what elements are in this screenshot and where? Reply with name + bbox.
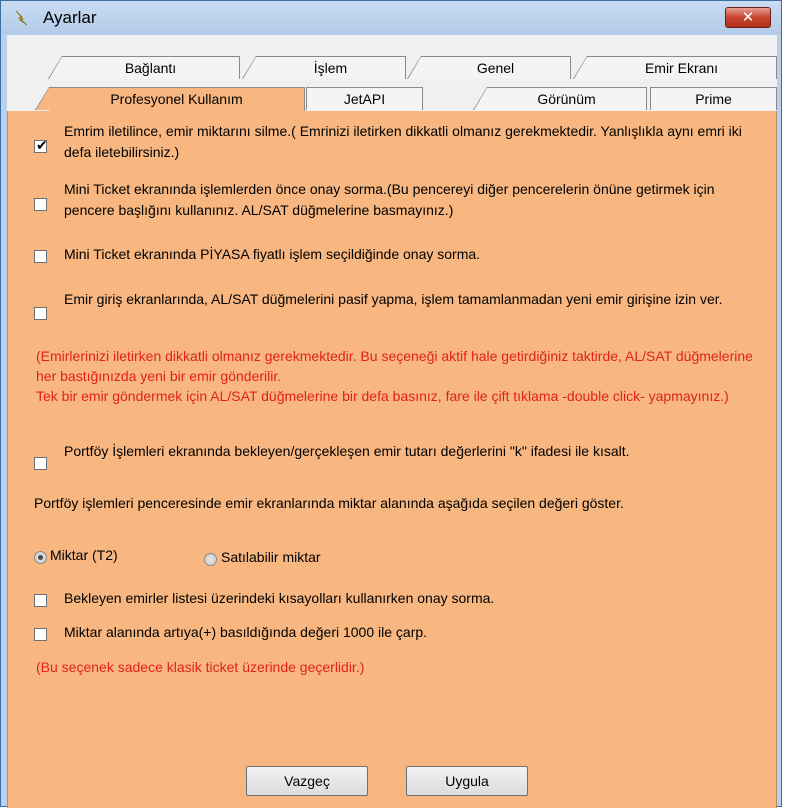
option-label: Mini Ticket ekranında işlemlerden önce o… xyxy=(64,181,715,218)
radio-label: Miktar (T2) xyxy=(50,547,118,563)
apply-button[interactable]: Uygula xyxy=(406,766,528,796)
close-button[interactable]: ✕ xyxy=(725,7,771,28)
checkbox-keep-quantity[interactable]: ✔ xyxy=(34,137,48,153)
option-row: Miktar alanında artıya(+) basıldığında d… xyxy=(34,622,754,646)
tab-label: Prime xyxy=(695,91,732,107)
option-row: ✔ Emrim iletilince, emir miktarını silme… xyxy=(34,119,754,163)
close-icon: ✕ xyxy=(741,9,755,26)
tab-label: Genel xyxy=(476,60,515,76)
warning-text: (Emirlerinizi iletirken dikkatli olmanız… xyxy=(36,346,766,406)
tab-label: Emir Ekranı xyxy=(644,60,719,76)
settings-panel: ✔ Emrim iletilince, emir miktarını silme… xyxy=(7,111,777,808)
option-row: Portföy İşlemleri ekranında bekleyen/ger… xyxy=(34,439,754,483)
radio-miktar-t2[interactable] xyxy=(34,551,47,564)
window-title: Ayarlar xyxy=(43,8,97,27)
tab-strip: Bağlantı İşlem Genel Emir Ekranı Profesy… xyxy=(7,35,777,112)
lightning-icon xyxy=(15,10,28,26)
option-row: Mini Ticket ekranında PİYASA fiyatlı işl… xyxy=(34,244,754,268)
tab-label: JetAPI xyxy=(343,91,386,107)
option-label: Miktar alanında artıya(+) basıldığında d… xyxy=(64,624,428,640)
tab-islem[interactable]: İşlem xyxy=(242,56,406,79)
radio-group: Miktar (T2) Satılabilir miktar xyxy=(34,545,754,569)
checkbox-k-abbreviation[interactable] xyxy=(34,457,47,470)
check-icon: ✔ xyxy=(36,137,48,153)
checkbox-market-price-confirm[interactable] xyxy=(34,250,47,263)
option-label: Bekleyen emirler listesi üzerindeki kısa… xyxy=(64,590,495,606)
option-row: Bekleyen emirler listesi üzerindeki kısa… xyxy=(34,588,754,612)
option-label: Emrim iletilince, emir miktarını silme.(… xyxy=(64,123,742,160)
tab-profesyonel-kullanim[interactable]: Profesyonel Kullanım xyxy=(35,87,305,112)
checkbox-mini-ticket-confirm[interactable] xyxy=(34,198,47,211)
warning-line-2: Tek bir emir göndermek için AL/SAT düğme… xyxy=(36,388,729,404)
cancel-button[interactable]: Vazgeç xyxy=(246,766,368,796)
tab-label: Görünüm xyxy=(537,91,596,107)
radio-satilabilir-miktar[interactable] xyxy=(204,553,217,566)
tab-label: İşlem xyxy=(313,60,348,76)
settings-window: Ayarlar ✕ Bağlantı İşlem Genel Emir Ekra… xyxy=(0,0,782,808)
warning-line-1: (Emirlerinizi iletirken dikkatli olmanız… xyxy=(36,348,753,384)
option-row: Emir giriş ekranlarında, AL/SAT düğmeler… xyxy=(34,289,754,333)
option-label: Portföy İşlemleri ekranında bekleyen/ger… xyxy=(64,443,630,459)
options-list: ✔ Emrim iletilince, emir miktarını silme… xyxy=(34,111,778,808)
title-bar[interactable]: Ayarlar ✕ xyxy=(1,1,781,35)
option-row: Mini Ticket ekranında işlemlerden önce o… xyxy=(34,177,754,221)
tab-label: Bağlantı xyxy=(124,60,177,76)
tab-gorunum[interactable]: Görünüm xyxy=(473,87,647,110)
tab-genel[interactable]: Genel xyxy=(407,56,571,79)
checkbox-shortcut-confirm[interactable] xyxy=(34,594,47,607)
checkbox-buttons-active[interactable] xyxy=(34,307,47,320)
tab-emir-ekrani[interactable]: Emir Ekranı xyxy=(573,56,777,79)
option-label: Mini Ticket ekranında PİYASA fiyatlı işl… xyxy=(64,246,481,262)
note-text: (Bu seçenek sadece klasik ticket üzerind… xyxy=(36,659,365,675)
tab-label: Profesyonel Kullanım xyxy=(110,91,243,107)
radio-label: Satılabilir miktar xyxy=(221,549,321,565)
portfoy-label: Portföy işlemleri penceresinde emir ekra… xyxy=(34,495,624,511)
tab-prime[interactable]: Prime xyxy=(650,87,777,110)
tab-jetapi[interactable]: JetAPI xyxy=(306,87,423,110)
checkbox-multiply-1000[interactable] xyxy=(34,628,47,641)
tab-baglanti[interactable]: Bağlantı xyxy=(48,56,240,79)
option-label: Emir giriş ekranlarında, AL/SAT düğmeler… xyxy=(64,291,723,307)
